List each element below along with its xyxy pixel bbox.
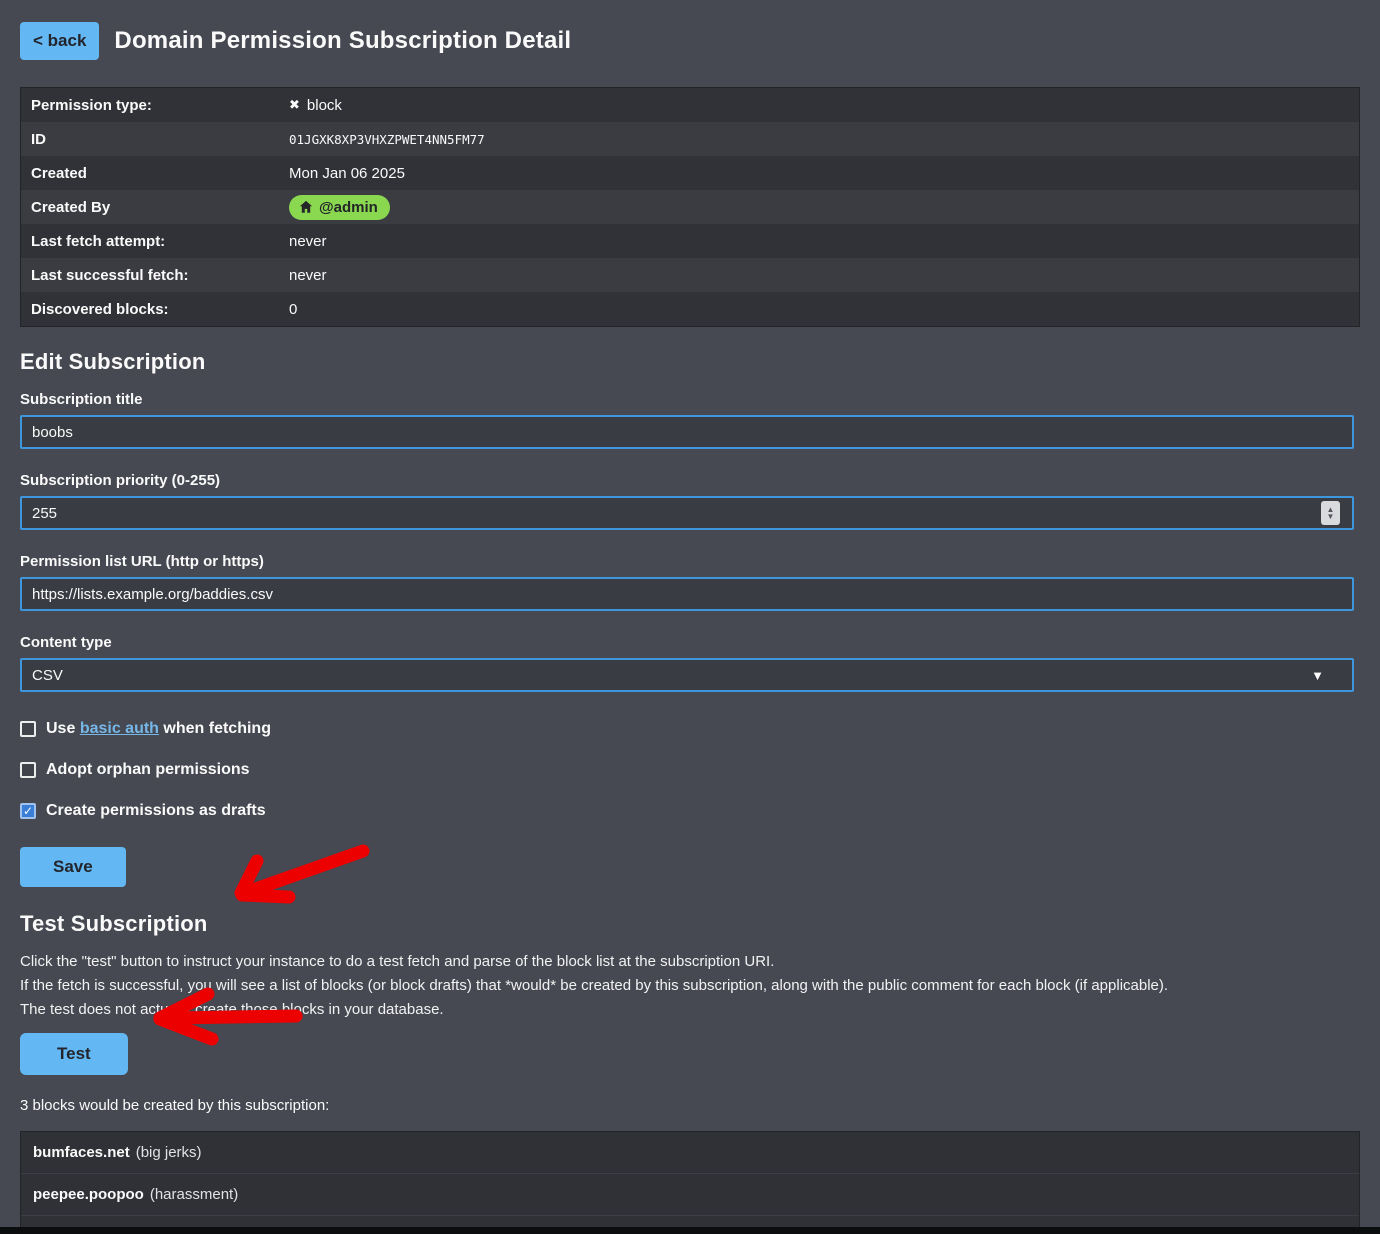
- subscription-title-input[interactable]: [20, 415, 1354, 449]
- block-comment: (big jerks): [136, 1144, 202, 1161]
- number-spinner[interactable]: ▲ ▼: [1321, 501, 1340, 525]
- save-button[interactable]: Save: [20, 847, 126, 887]
- table-row: ID 01JGXK8XP3VHXZPWET4NN5FM77: [21, 122, 1359, 156]
- permission-list-url-label: Permission list URL (http or https): [20, 553, 1360, 570]
- row-label: Last successful fetch:: [31, 267, 289, 284]
- basic-auth-checkbox[interactable]: [20, 721, 36, 737]
- test-subscription-heading: Test Subscription: [20, 911, 1360, 937]
- row-label: Created By: [31, 199, 289, 216]
- row-label: Created: [31, 165, 289, 182]
- row-label: Permission type:: [31, 97, 289, 114]
- basic-auth-checkbox-label: Use basic auth when fetching: [46, 720, 271, 738]
- content-type-label: Content type: [20, 634, 1360, 651]
- content-type-field-group: Content type CSV ▼: [20, 634, 1360, 692]
- table-row: Last successful fetch: never: [21, 258, 1359, 292]
- permission-list-url-field-group: Permission list URL (http or https): [20, 553, 1360, 611]
- description-line: Click the "test" button to instruct your…: [20, 950, 1360, 974]
- block-domain: peepee.poopoo: [33, 1186, 144, 1203]
- basic-auth-link[interactable]: basic auth: [80, 720, 159, 737]
- chevron-down-icon: ▼: [1311, 668, 1324, 683]
- description-line: If the fetch is successful, you will see…: [20, 974, 1360, 998]
- block-list-item: bumfaces.net (big jerks): [21, 1132, 1359, 1173]
- created-by-username: @admin: [319, 199, 378, 216]
- home-icon: [299, 200, 313, 214]
- row-label: Last fetch attempt:: [31, 233, 289, 250]
- discovered-blocks-value: 0: [289, 301, 297, 318]
- edit-subscription-heading: Edit Subscription: [20, 349, 1360, 375]
- block-list-item: peepee.poopoo (harassment): [21, 1173, 1359, 1215]
- create-drafts-checkbox-label: Create permissions as drafts: [46, 802, 266, 820]
- subscription-info-table: Permission type: ✖ block ID 01JGXK8XP3VH…: [20, 87, 1360, 327]
- test-description: Click the "test" button to instruct your…: [20, 950, 1360, 1022]
- test-result-block-list: bumfaces.net (big jerks) peepee.poopoo (ha…: [20, 1131, 1360, 1234]
- row-value: @admin: [289, 195, 390, 220]
- page-title: Domain Permission Subscription Detail: [114, 27, 571, 55]
- table-row: Permission type: ✖ block: [21, 88, 1359, 122]
- description-line: The test does not actually create those …: [20, 998, 1360, 1022]
- adopt-orphans-checkbox-label: Adopt orphan permissions: [46, 761, 250, 779]
- block-x-icon: ✖: [289, 97, 300, 113]
- subscription-title-label: Subscription title: [20, 391, 1360, 408]
- page-header: < back Domain Permission Subscription De…: [20, 22, 1360, 60]
- viewport-bottom-edge: [0, 1227, 1380, 1234]
- test-button[interactable]: Test: [20, 1033, 128, 1075]
- spinner-down-icon[interactable]: ▼: [1327, 513, 1335, 520]
- label-pre: Use: [46, 720, 75, 737]
- create-drafts-checkbox[interactable]: [20, 803, 36, 819]
- priority-value: 255: [32, 505, 1321, 522]
- basic-auth-checkbox-row: Use basic auth when fetching: [20, 720, 1360, 738]
- row-label: ID: [31, 131, 289, 148]
- adopt-orphans-checkbox-row: Adopt orphan permissions: [20, 761, 1360, 779]
- table-row: Created By @admin: [21, 190, 1359, 224]
- created-by-badge[interactable]: @admin: [289, 195, 390, 220]
- test-result-summary: 3 blocks would be created by this subscr…: [20, 1097, 1360, 1114]
- subscription-priority-label: Subscription priority (0-255): [20, 472, 1360, 489]
- label-post: when fetching: [163, 720, 271, 737]
- content-type-select[interactable]: CSV ▼: [20, 658, 1354, 692]
- last-successful-fetch-value: never: [289, 267, 327, 284]
- back-button[interactable]: < back: [20, 22, 99, 60]
- row-label: Discovered blocks:: [31, 301, 289, 318]
- permission-list-url-input[interactable]: [20, 577, 1354, 611]
- created-date-value: Mon Jan 06 2025: [289, 165, 405, 182]
- content-type-selected-value: CSV: [32, 667, 1311, 684]
- table-row: Last fetch attempt: never: [21, 224, 1359, 258]
- adopt-orphans-checkbox[interactable]: [20, 762, 36, 778]
- subscription-priority-input[interactable]: 255 ▲ ▼: [20, 496, 1354, 530]
- table-row: Created Mon Jan 06 2025: [21, 156, 1359, 190]
- domain-permission-subscription-detail-page: < back Domain Permission Subscription De…: [0, 0, 1380, 1234]
- block-comment: (harassment): [150, 1186, 238, 1203]
- create-drafts-checkbox-row: Create permissions as drafts: [20, 802, 1360, 820]
- permission-type-value: block: [307, 97, 342, 114]
- subscription-id-value: 01JGXK8XP3VHXZPWET4NN5FM77: [289, 132, 485, 147]
- block-domain: bumfaces.net: [33, 1144, 130, 1161]
- last-fetch-attempt-value: never: [289, 233, 327, 250]
- subscription-title-field-group: Subscription title: [20, 391, 1360, 449]
- row-value: ✖ block: [289, 97, 342, 114]
- subscription-priority-field-group: Subscription priority (0-255) 255 ▲ ▼: [20, 472, 1360, 530]
- arrow-to-test-heading: [247, 851, 363, 892]
- table-row: Discovered blocks: 0: [21, 292, 1359, 326]
